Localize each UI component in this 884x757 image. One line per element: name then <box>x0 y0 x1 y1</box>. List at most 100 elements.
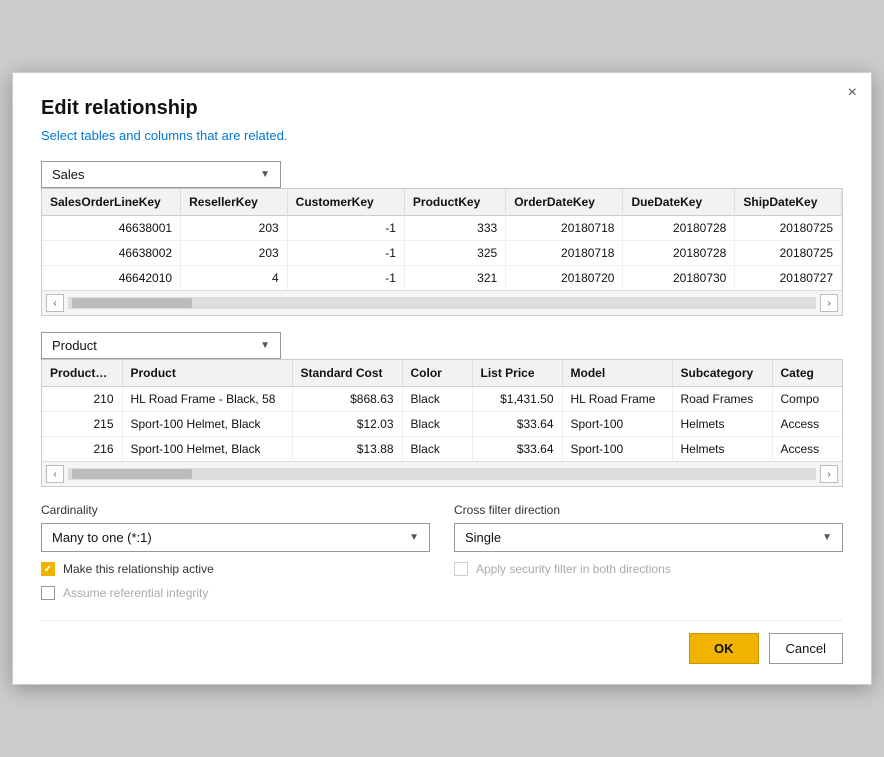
table-cell: $12.03 <box>292 412 402 437</box>
referential-checkbox-row: Assume referential integrity <box>41 586 430 600</box>
table-cell: $868.63 <box>292 387 402 412</box>
col-customerkey: CustomerKey <box>287 189 404 216</box>
table-cell: 216 <box>42 437 122 462</box>
table-cell: Black <box>402 387 472 412</box>
table-cell: Sport-100 <box>562 412 672 437</box>
table1-dropdown[interactable]: Sales ▼ <box>41 161 281 188</box>
crossfilter-col: Cross filter direction Single ▼ Apply se… <box>454 503 843 600</box>
crossfilter-value: Single <box>465 530 501 545</box>
table-cell: -1 <box>287 241 404 266</box>
col-shipdatekey: ShipDateKey <box>735 189 842 216</box>
table-row: 216Sport-100 Helmet, Black$13.88Black$33… <box>42 437 842 462</box>
crossfilter-dropdown[interactable]: Single ▼ <box>454 523 843 552</box>
table-cell: Compo <box>772 387 842 412</box>
col2-standardcost: Standard Cost <box>292 360 402 387</box>
ok-button[interactable]: OK <box>689 633 759 664</box>
col-resellerkey: ResellerKey <box>181 189 288 216</box>
table-row: 215Sport-100 Helmet, Black$12.03Black$33… <box>42 412 842 437</box>
edit-relationship-dialog: × Edit relationship Select tables and co… <box>12 72 872 685</box>
table2-scroll-right[interactable]: › <box>820 465 838 483</box>
table-cell: Helmets <box>672 437 772 462</box>
dialog-title: Edit relationship <box>41 97 843 120</box>
table-cell: 20180718 <box>506 241 623 266</box>
col-salesorderlinekey: SalesOrderLineKey <box>42 189 181 216</box>
table-row: 46638002203-1325201807182018072820180725 <box>42 241 842 266</box>
table-cell: 20180728 <box>623 216 735 241</box>
table1: SalesOrderLineKey ResellerKey CustomerKe… <box>42 189 842 290</box>
table1-scroll-track[interactable] <box>68 297 816 309</box>
table1-scrollbar[interactable]: ‹ › <box>42 290 842 315</box>
table-cell: 20180725 <box>735 241 842 266</box>
col-duedatekey: DueDateKey <box>623 189 735 216</box>
table1-scroll-left[interactable]: ‹ <box>46 294 64 312</box>
col2-model: Model <box>562 360 672 387</box>
table-cell: -1 <box>287 266 404 291</box>
table1-wrapper: SalesOrderLineKey ResellerKey CustomerKe… <box>41 188 843 316</box>
active-checkbox[interactable] <box>41 562 55 576</box>
col2-categ: Categ <box>772 360 842 387</box>
table-cell: 333 <box>404 216 505 241</box>
security-checkbox-row: Apply security filter in both directions <box>454 562 843 576</box>
security-checkbox[interactable] <box>454 562 468 576</box>
table-cell: 321 <box>404 266 505 291</box>
referential-label: Assume referential integrity <box>63 586 208 600</box>
dialog-subtitle: Select tables and columns that are relat… <box>41 128 843 143</box>
col-orderdatekey: OrderDateKey <box>506 189 623 216</box>
table-row: 466420104-1321201807202018073020180727 <box>42 266 842 291</box>
table2-dropdown-arrow: ▼ <box>260 340 270 351</box>
table2-scroll-left[interactable]: ‹ <box>46 465 64 483</box>
table-cell: Black <box>402 437 472 462</box>
table-cell: 46642010 <box>42 266 181 291</box>
table-row: 210HL Road Frame - Black, 58$868.63Black… <box>42 387 842 412</box>
table1-dropdown-value: Sales <box>52 167 85 182</box>
options-row: Cardinality Many to one (*:1) ▼ Make thi… <box>41 503 843 600</box>
table-cell: 215 <box>42 412 122 437</box>
table-cell: 20180725 <box>735 216 842 241</box>
cardinality-value: Many to one (*:1) <box>52 530 152 545</box>
table-cell: 20180727 <box>735 266 842 291</box>
table-cell: 20180720 <box>506 266 623 291</box>
crossfilter-arrow: ▼ <box>822 532 832 543</box>
security-label: Apply security filter in both directions <box>476 562 671 576</box>
table2-scroll-track[interactable] <box>68 468 816 480</box>
table-cell: $1,431.50 <box>472 387 562 412</box>
crossfilter-label: Cross filter direction <box>454 503 843 517</box>
table-cell: 46638001 <box>42 216 181 241</box>
table-cell: 20180718 <box>506 216 623 241</box>
col2-subcategory: Subcategory <box>672 360 772 387</box>
table-cell: 325 <box>404 241 505 266</box>
table2-wrapper: ProductKey Product Standard Cost Color L… <box>41 359 843 487</box>
table2-scrollbar[interactable]: ‹ › <box>42 461 842 486</box>
cardinality-dropdown[interactable]: Many to one (*:1) ▼ <box>41 523 430 552</box>
active-checkbox-row: Make this relationship active <box>41 562 430 576</box>
table1-scroll-right[interactable]: › <box>820 294 838 312</box>
table-cell: HL Road Frame <box>562 387 672 412</box>
table2-dropdown-value: Product <box>52 338 97 353</box>
table-cell: $33.64 <box>472 412 562 437</box>
active-label: Make this relationship active <box>63 562 214 576</box>
referential-checkbox[interactable] <box>41 586 55 600</box>
table1-header-row: SalesOrderLineKey ResellerKey CustomerKe… <box>42 189 842 216</box>
table1-scroll-thumb <box>72 298 192 308</box>
col-productkey: ProductKey <box>404 189 505 216</box>
table-cell: Access <box>772 412 842 437</box>
close-button[interactable]: × <box>848 85 857 101</box>
cardinality-label: Cardinality <box>41 503 430 517</box>
col2-color: Color <box>402 360 472 387</box>
table-row: 46638001203-1333201807182018072820180725 <box>42 216 842 241</box>
table-cell: Sport-100 <box>562 437 672 462</box>
table-cell: Sport-100 Helmet, Black <box>122 412 292 437</box>
table-cell: Access <box>772 437 842 462</box>
table2: ProductKey Product Standard Cost Color L… <box>42 360 843 461</box>
table-cell: 203 <box>181 216 288 241</box>
cancel-button[interactable]: Cancel <box>769 633 843 664</box>
table-cell: 210 <box>42 387 122 412</box>
table-cell: Black <box>402 412 472 437</box>
table2-dropdown[interactable]: Product ▼ <box>41 332 281 359</box>
table-cell: 203 <box>181 241 288 266</box>
table-cell: -1 <box>287 216 404 241</box>
footer-row: OK Cancel <box>41 620 843 664</box>
table1-section: Sales ▼ SalesOrderLineKey ResellerKey Cu… <box>41 161 843 316</box>
cardinality-col: Cardinality Many to one (*:1) ▼ Make thi… <box>41 503 430 600</box>
table-cell: Sport-100 Helmet, Black <box>122 437 292 462</box>
